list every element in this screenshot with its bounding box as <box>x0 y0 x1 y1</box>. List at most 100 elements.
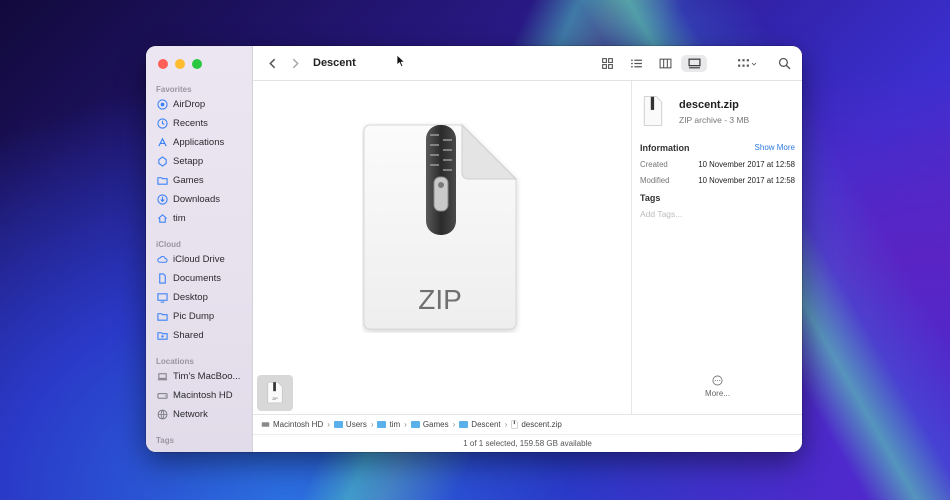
created-value: 10 November 2017 at 12:58 <box>698 160 795 169</box>
sidebar-item-tim[interactable]: tim <box>157 210 186 226</box>
download-icon <box>157 193 168 205</box>
sidebar-item-pic-dump[interactable]: Pic Dump <box>157 308 214 324</box>
sidebar-item-airdrop[interactable]: AirDrop <box>157 96 205 112</box>
file-name: descent.zip <box>679 99 739 111</box>
modified-value: 10 November 2017 at 12:58 <box>698 176 795 185</box>
forward-button[interactable] <box>288 55 302 72</box>
zip-label: ZIP <box>418 284 462 315</box>
list-view-button[interactable] <box>625 55 647 72</box>
sidebar-item-label: Downloads <box>173 193 220 205</box>
laptop-icon <box>157 372 168 380</box>
chevron-right-icon: › <box>370 420 374 429</box>
path-segment-users[interactable]: Users <box>333 420 367 429</box>
column-view-button[interactable] <box>654 55 676 72</box>
airdrop-icon <box>157 98 168 110</box>
applications-icon <box>158 137 167 146</box>
setapp-icon <box>158 155 167 167</box>
zip-file-icon <box>511 420 518 429</box>
back-button[interactable] <box>265 55 279 72</box>
thumbnail-strip-item[interactable]: ZIP <box>257 375 293 411</box>
folder-icon <box>377 421 387 428</box>
search-icon <box>778 57 790 70</box>
file-kind: ZIP archive - 3 MB <box>679 115 750 125</box>
sidebar-item-setapp[interactable]: Setapp <box>157 153 203 169</box>
sidebar-item-label: Games <box>173 174 204 186</box>
ellipsis-circle-icon <box>712 375 723 386</box>
sidebar-item-macbook[interactable]: Tim's MacBoo... <box>157 368 240 384</box>
columns-icon <box>659 58 671 69</box>
add-tags-field[interactable]: Add Tags... <box>640 209 682 219</box>
sidebar-item-network[interactable]: Network <box>157 406 208 422</box>
sidebar-item-games[interactable]: Games <box>157 172 204 188</box>
sidebar-item-label: Network <box>173 408 208 420</box>
chevron-down-icon <box>751 62 756 66</box>
sidebar-item-downloads[interactable]: Downloads <box>157 191 220 207</box>
path-label: descent.zip <box>521 420 562 429</box>
zip-thumbnail-icon: ZIP <box>267 381 283 404</box>
tags-heading: Tags <box>640 193 661 203</box>
clock-icon <box>157 117 168 129</box>
disk-icon <box>157 392 168 399</box>
gallery-content: ZIP ZIP <box>253 81 631 414</box>
sidebar-item-label: Documents <box>173 272 222 284</box>
more-button[interactable]: More... <box>632 375 802 398</box>
disk-icon <box>261 422 270 427</box>
chevron-right-icon: › <box>404 420 407 429</box>
folder-icon <box>333 421 343 428</box>
more-label: More... <box>705 389 730 398</box>
sidebar-item-icloud-drive[interactable]: iCloud Drive <box>157 251 225 267</box>
path-label: tim <box>389 420 401 429</box>
sidebar-item-label: Tim's MacBoo... <box>173 370 241 382</box>
chevron-right-icon <box>292 58 299 69</box>
sidebar-item-label: AirDrop <box>173 98 206 110</box>
sidebar-item-recents[interactable]: Recents <box>157 115 208 131</box>
show-more-link[interactable]: Show More <box>755 143 795 152</box>
thumbnail-label: ZIP <box>272 397 278 401</box>
path-segment-descent-zip[interactable]: descent.zip <box>511 420 562 429</box>
sidebar-item-shared[interactable]: Shared <box>157 327 204 343</box>
chevron-left-icon <box>268 58 275 69</box>
sidebar-item-label: Applications <box>173 136 225 148</box>
close-button[interactable] <box>158 59 168 69</box>
folder-icon <box>157 312 168 321</box>
group-grid-icon <box>737 59 749 67</box>
path-segment-tim[interactable]: tim <box>377 420 400 429</box>
grid-icon <box>601 58 613 69</box>
minimize-button[interactable] <box>175 59 185 69</box>
sidebar-item-label: tim <box>173 212 186 224</box>
sidebar-item-applications[interactable]: Applications <box>157 134 224 150</box>
zip-file-preview[interactable]: ZIP <box>362 121 522 333</box>
zoom-button[interactable] <box>192 59 202 69</box>
chevron-right-icon: › <box>327 420 330 429</box>
path-segment-descent[interactable]: Descent <box>459 420 501 429</box>
sidebar-item-label: iCloud Drive <box>173 253 225 265</box>
gallery-icon <box>687 58 701 69</box>
sidebar-item-label: Desktop <box>173 291 208 303</box>
cloud-icon <box>157 255 168 263</box>
list-icon <box>630 59 642 68</box>
created-label: Created <box>640 160 668 169</box>
path-segment-games[interactable]: Games <box>410 420 449 429</box>
search-button[interactable] <box>776 55 792 72</box>
sidebar-item-desktop[interactable]: Desktop <box>157 289 208 305</box>
sidebar-item-documents[interactable]: Documents <box>157 270 221 286</box>
icon-view-button[interactable] <box>596 55 618 72</box>
group-by-button[interactable] <box>733 55 761 72</box>
folder-icon <box>410 421 420 428</box>
chevron-right-icon: › <box>504 420 508 429</box>
sidebar-item-label: Pic Dump <box>173 310 215 322</box>
sidebar-item-label: Recents <box>173 117 208 129</box>
desktop-icon <box>157 292 168 303</box>
sidebar-heading-locations: Locations <box>156 357 194 366</box>
sidebar-item-macintosh-hd[interactable]: Macintosh HD <box>157 387 233 403</box>
gallery-view-button[interactable] <box>681 55 707 72</box>
path-label: Descent <box>471 420 501 429</box>
path-bar: Macintosh HD › Users › tim › Games › Des… <box>253 414 802 434</box>
sidebar-heading-favorites: Favorites <box>156 85 192 94</box>
toolbar: Descent <box>253 46 802 81</box>
path-label: Games <box>422 420 449 429</box>
sidebar-item-label: Setapp <box>173 155 204 167</box>
sidebar: Favorites AirDrop Recents Applications S… <box>146 46 253 452</box>
sidebar-item-label: Macintosh HD <box>173 389 233 401</box>
path-segment-macintosh-hd[interactable]: Macintosh HD <box>261 420 323 429</box>
